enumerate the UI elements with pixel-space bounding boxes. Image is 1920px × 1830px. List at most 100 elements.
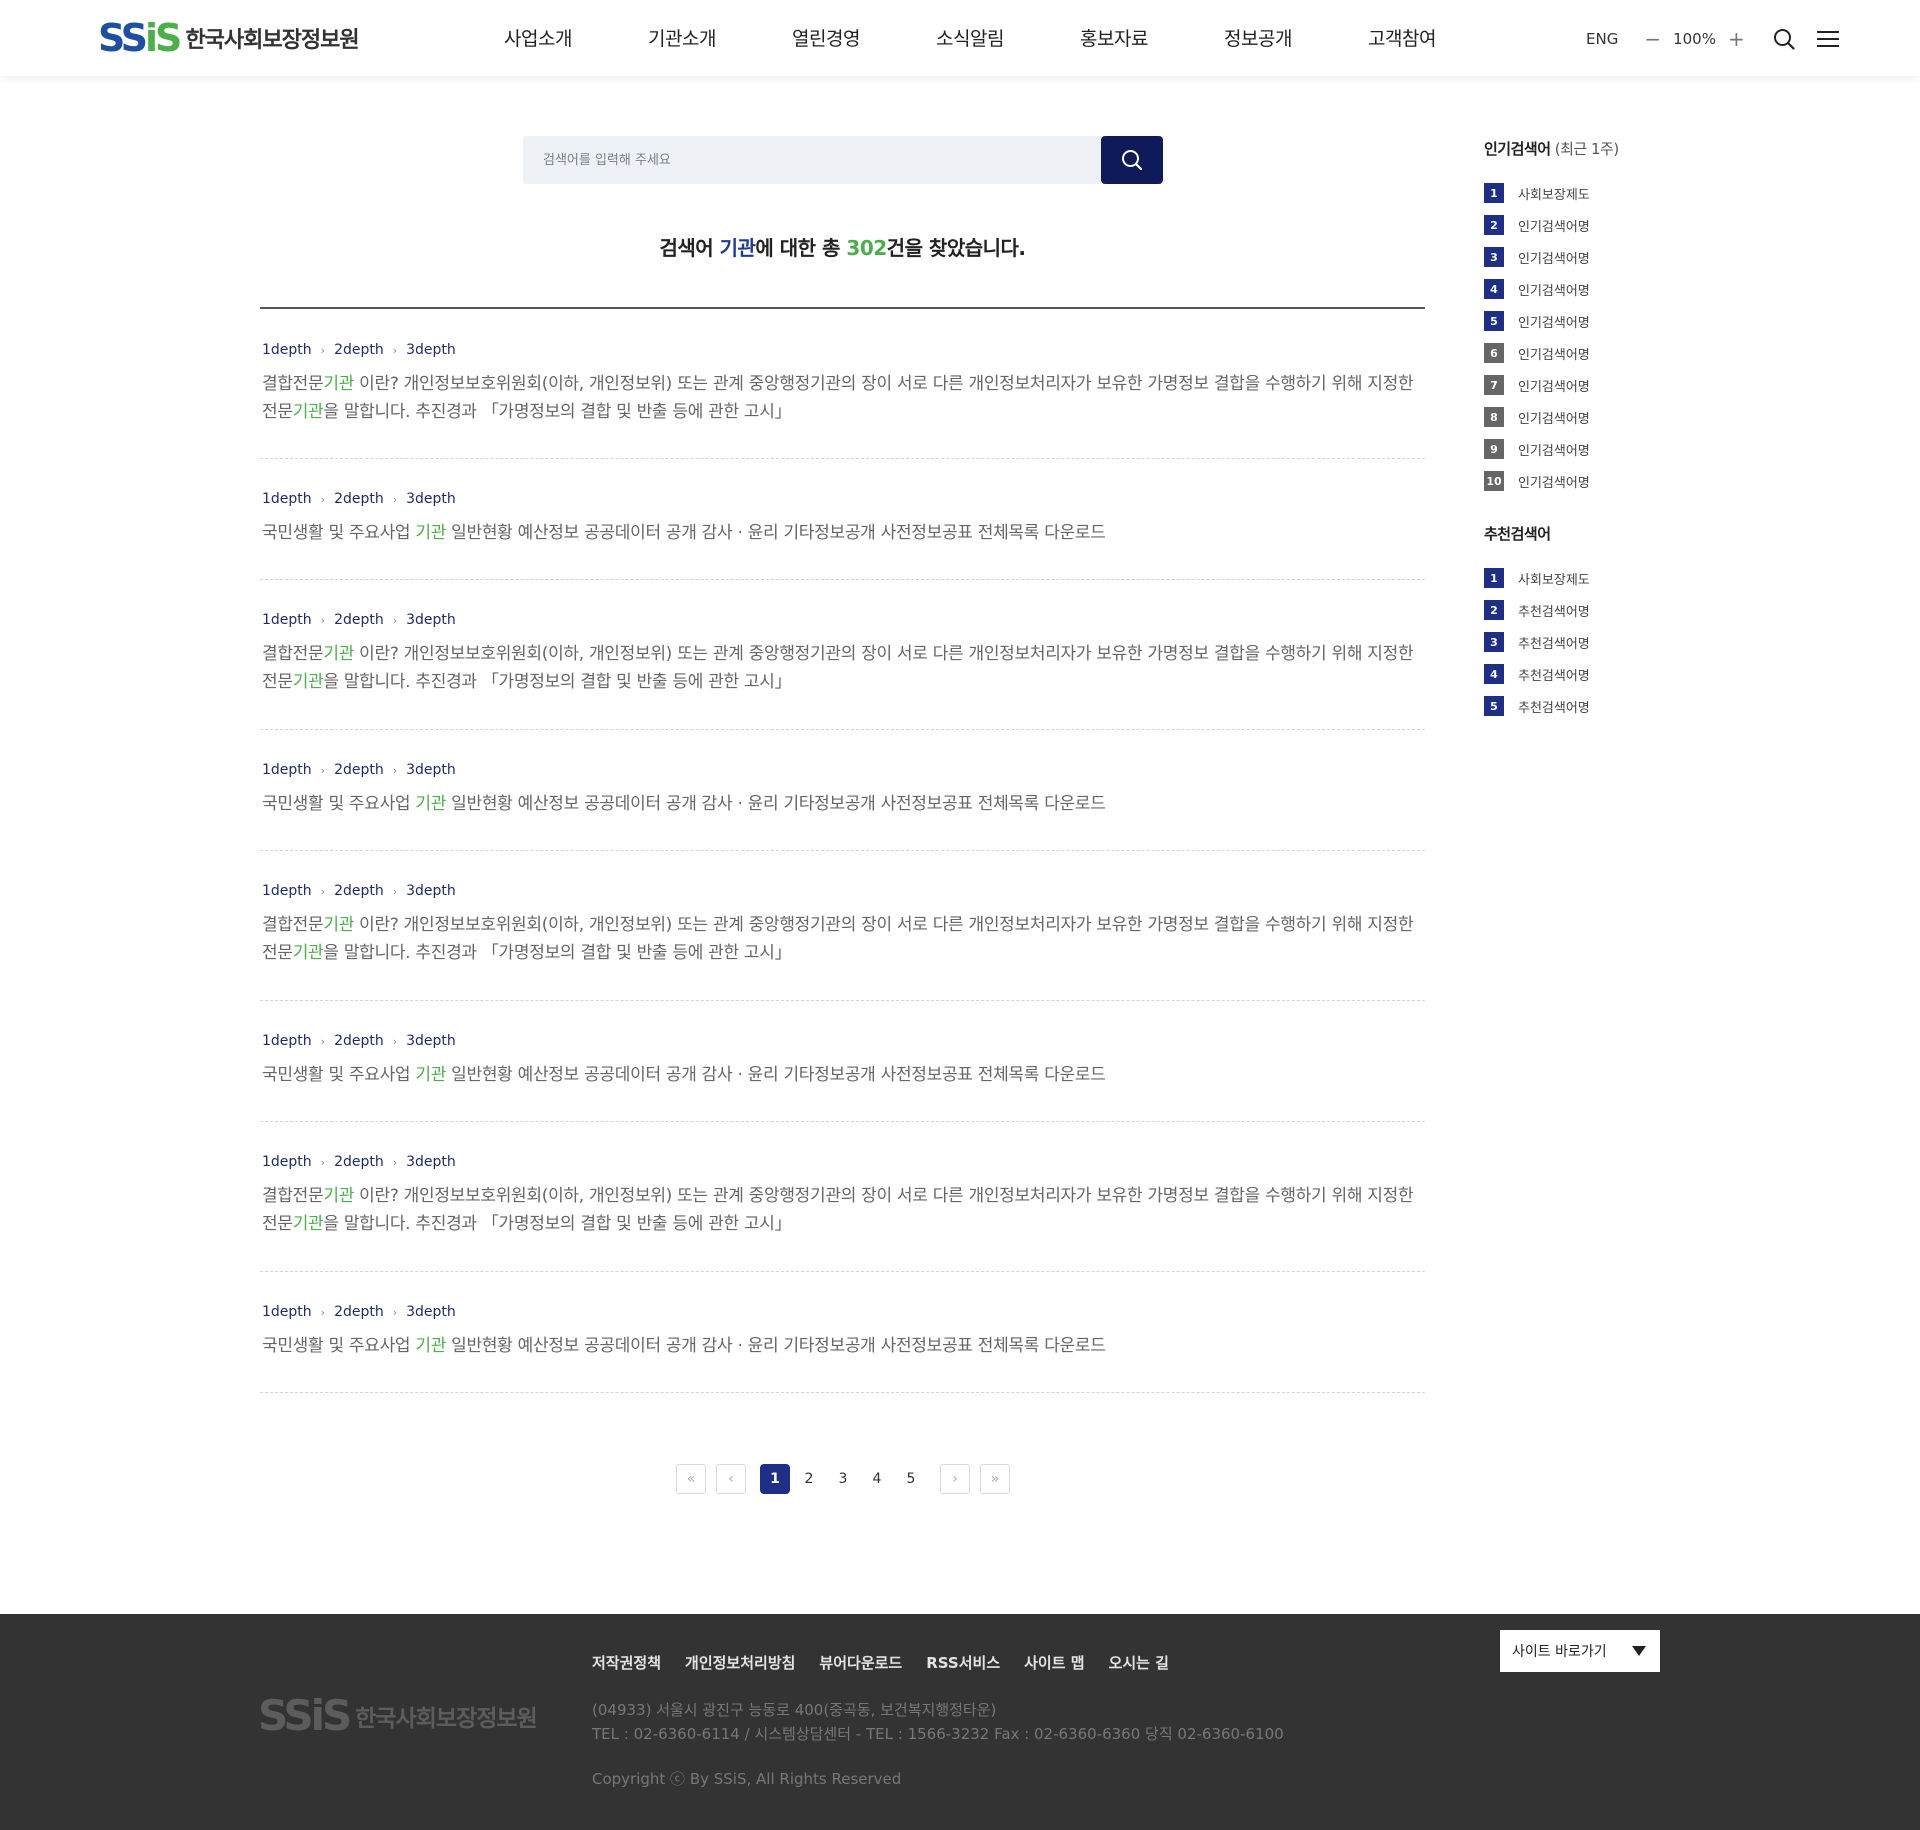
result-count: 302 <box>846 236 887 260</box>
popular-keyword-item[interactable]: 6 인기검색어명 <box>1484 337 1724 369</box>
page-number-2[interactable]: 2 <box>794 1464 824 1494</box>
language-toggle[interactable]: ENG <box>1586 30 1618 48</box>
popular-keyword-item[interactable]: 1 사회보장제도 <box>1484 177 1724 209</box>
result-item[interactable]: 1depth › 2depth › 3depth 국민생활 및 주요사업 기관 일반현황 … <box>260 459 1425 580</box>
breadcrumb-item[interactable]: 3depth <box>406 491 456 507</box>
breadcrumb-item[interactable]: 1depth <box>262 762 312 778</box>
result-item[interactable]: 1depth › 2depth › 3depth 국민생활 및 주요사업 기관 일반현황 … <box>260 1001 1425 1122</box>
popular-keyword-label: 인기검색어명 <box>1518 283 1590 299</box>
breadcrumb-item[interactable]: 3depth <box>406 342 456 358</box>
breadcrumb-item[interactable]: 1depth <box>262 612 312 628</box>
nav-item-5[interactable]: 홍보자료 <box>1042 24 1186 51</box>
result-description[interactable]: 국민생활 및 주요사업 기관 일반현황 예산정보 공공데이터 공개 감사 · 윤… <box>262 1061 1425 1089</box>
result-description[interactable]: 결합전문기관 이란? 개인정보보호위원회(이하, 개인정보위) 또는 관계 중앙… <box>262 370 1425 426</box>
popular-keyword-item[interactable]: 3 인기검색어명 <box>1484 241 1724 273</box>
breadcrumb-item[interactable]: 3depth <box>406 762 456 778</box>
chevron-right-icon: › <box>392 613 398 627</box>
nav-item-1[interactable]: 사업소개 <box>466 24 610 51</box>
page-number-4[interactable]: 4 <box>862 1464 892 1494</box>
search-input[interactable] <box>523 136 1101 184</box>
result-description[interactable]: 결합전문기관 이란? 개인정보보호위원회(이하, 개인정보위) 또는 관계 중앙… <box>262 640 1425 696</box>
result-description[interactable]: 결합전문기관 이란? 개인정보보호위원회(이하, 개인정보위) 또는 관계 중앙… <box>262 911 1425 967</box>
result-description[interactable]: 국민생활 및 주요사업 기관 일반현황 예산정보 공공데이터 공개 감사 · 윤… <box>262 519 1425 547</box>
nav-item-7[interactable]: 고객참여 <box>1330 24 1474 51</box>
menu-icon[interactable] <box>1815 26 1841 52</box>
result-item[interactable]: 1depth › 2depth › 3depth 결합전문기관 이란? 개인정보보호위원회… <box>260 580 1425 730</box>
breadcrumb-item[interactable]: 3depth <box>406 1154 456 1170</box>
footer-link[interactable]: RSS서비스 <box>926 1652 1000 1673</box>
breadcrumb-item[interactable]: 2depth <box>334 342 384 358</box>
prev-page-button[interactable]: ‹ <box>716 1464 746 1494</box>
recommended-keyword-label: 추천검색어명 <box>1518 668 1590 684</box>
popular-keyword-item[interactable]: 9 인기검색어명 <box>1484 433 1724 465</box>
breadcrumb-item[interactable]: 1depth <box>262 1033 312 1049</box>
description-text: 국민생활 및 주요사업 <box>262 794 416 814</box>
rank-number: 8 <box>1484 407 1504 427</box>
page-number-1[interactable]: 1 <box>760 1464 790 1494</box>
next-page-button[interactable]: › <box>940 1464 970 1494</box>
breadcrumb-item[interactable]: 2depth <box>334 762 384 778</box>
breadcrumb-item[interactable]: 1depth <box>262 1304 312 1320</box>
zoom-in-button[interactable]: + <box>1728 29 1745 49</box>
breadcrumb-item[interactable]: 2depth <box>334 1154 384 1170</box>
search-icon[interactable] <box>1771 26 1797 52</box>
description-text: 국민생활 및 주요사업 <box>262 1065 416 1085</box>
recommended-keyword-item[interactable]: 1 사회보장제도 <box>1484 562 1724 594</box>
recommended-keyword-item[interactable]: 3 추천검색어명 <box>1484 626 1724 658</box>
breadcrumb-item[interactable]: 1depth <box>262 491 312 507</box>
breadcrumb: 1depth › 2depth › 3depth <box>262 883 1425 899</box>
recommended-keyword-item[interactable]: 5 추천검색어명 <box>1484 690 1724 722</box>
first-page-button[interactable]: « <box>676 1464 706 1494</box>
breadcrumb-item[interactable]: 1depth <box>262 1154 312 1170</box>
nav-item-3[interactable]: 열린경영 <box>754 24 898 51</box>
site-shortcut-select[interactable]: 사이트 바로가기 <box>1500 1630 1660 1672</box>
last-page-button[interactable]: » <box>980 1464 1010 1494</box>
breadcrumb-item[interactable]: 3depth <box>406 883 456 899</box>
page-number-3[interactable]: 3 <box>828 1464 858 1494</box>
breadcrumb-item[interactable]: 2depth <box>334 883 384 899</box>
summary-keyword: 기관 <box>719 236 756 260</box>
breadcrumb-item[interactable]: 3depth <box>406 1304 456 1320</box>
popular-keyword-item[interactable]: 5 인기검색어명 <box>1484 305 1724 337</box>
site-logo[interactable]: SSiS 한국사회보장정보원 <box>98 18 360 58</box>
result-item[interactable]: 1depth › 2depth › 3depth 결합전문기관 이란? 개인정보보호위원회… <box>260 309 1425 459</box>
page-number-5[interactable]: 5 <box>896 1464 926 1494</box>
result-description[interactable]: 국민생활 및 주요사업 기관 일반현황 예산정보 공공데이터 공개 감사 · 윤… <box>262 1332 1425 1360</box>
popular-keyword-label: 인기검색어명 <box>1518 411 1590 427</box>
breadcrumb-item[interactable]: 2depth <box>334 1033 384 1049</box>
breadcrumb-item[interactable]: 2depth <box>334 612 384 628</box>
footer-link[interactable]: 뷰어다운로드 <box>819 1652 902 1673</box>
keyword-highlight: 기관 <box>415 794 447 814</box>
footer-link[interactable]: 개인정보처리방침 <box>685 1652 795 1673</box>
footer-link[interactable]: 저작권정책 <box>592 1652 661 1673</box>
result-item[interactable]: 1depth › 2depth › 3depth 결합전문기관 이란? 개인정보보호위원회… <box>260 1122 1425 1272</box>
breadcrumb-item[interactable]: 1depth <box>262 342 312 358</box>
description-text: 결합전문 <box>262 1186 324 1206</box>
recommended-keyword-item[interactable]: 4 추천검색어명 <box>1484 658 1724 690</box>
footer-copyright: Copyright ⓒ By SSiS, All Rights Reserved <box>592 1770 902 1788</box>
breadcrumb-item[interactable]: 1depth <box>262 883 312 899</box>
breadcrumb-item[interactable]: 2depth <box>334 1304 384 1320</box>
popular-keyword-item[interactable]: 7 인기검색어명 <box>1484 369 1724 401</box>
search-button[interactable] <box>1101 136 1163 184</box>
breadcrumb-item[interactable]: 3depth <box>406 1033 456 1049</box>
popular-keyword-item[interactable]: 8 인기검색어명 <box>1484 401 1724 433</box>
breadcrumb-item[interactable]: 3depth <box>406 612 456 628</box>
result-description[interactable]: 국민생활 및 주요사업 기관 일반현황 예산정보 공공데이터 공개 감사 · 윤… <box>262 790 1425 818</box>
footer-link[interactable]: 사이트 맵 <box>1024 1652 1084 1673</box>
popular-keyword-item[interactable]: 2 인기검색어명 <box>1484 209 1724 241</box>
breadcrumb-item[interactable]: 2depth <box>334 491 384 507</box>
recommended-keyword-item[interactable]: 2 추천검색어명 <box>1484 594 1724 626</box>
nav-item-6[interactable]: 정보공개 <box>1186 24 1330 51</box>
nav-item-2[interactable]: 기관소개 <box>610 24 754 51</box>
result-item[interactable]: 1depth › 2depth › 3depth 결합전문기관 이란? 개인정보보호위원회… <box>260 851 1425 1001</box>
result-item[interactable]: 1depth › 2depth › 3depth 국민생활 및 주요사업 기관 일반현황 … <box>260 730 1425 851</box>
result-item[interactable]: 1depth › 2depth › 3depth 국민생활 및 주요사업 기관 일반현황 … <box>260 1272 1425 1393</box>
popular-keyword-item[interactable]: 4 인기검색어명 <box>1484 273 1724 305</box>
description-text: 국민생활 및 주요사업 <box>262 523 416 543</box>
popular-keyword-item[interactable]: 10 인기검색어명 <box>1484 465 1724 497</box>
nav-item-4[interactable]: 소식알림 <box>898 24 1042 51</box>
result-description[interactable]: 결합전문기관 이란? 개인정보보호위원회(이하, 개인정보위) 또는 관계 중앙… <box>262 1182 1425 1238</box>
footer-link[interactable]: 오시는 길 <box>1109 1652 1169 1673</box>
zoom-out-button[interactable]: − <box>1644 29 1661 49</box>
